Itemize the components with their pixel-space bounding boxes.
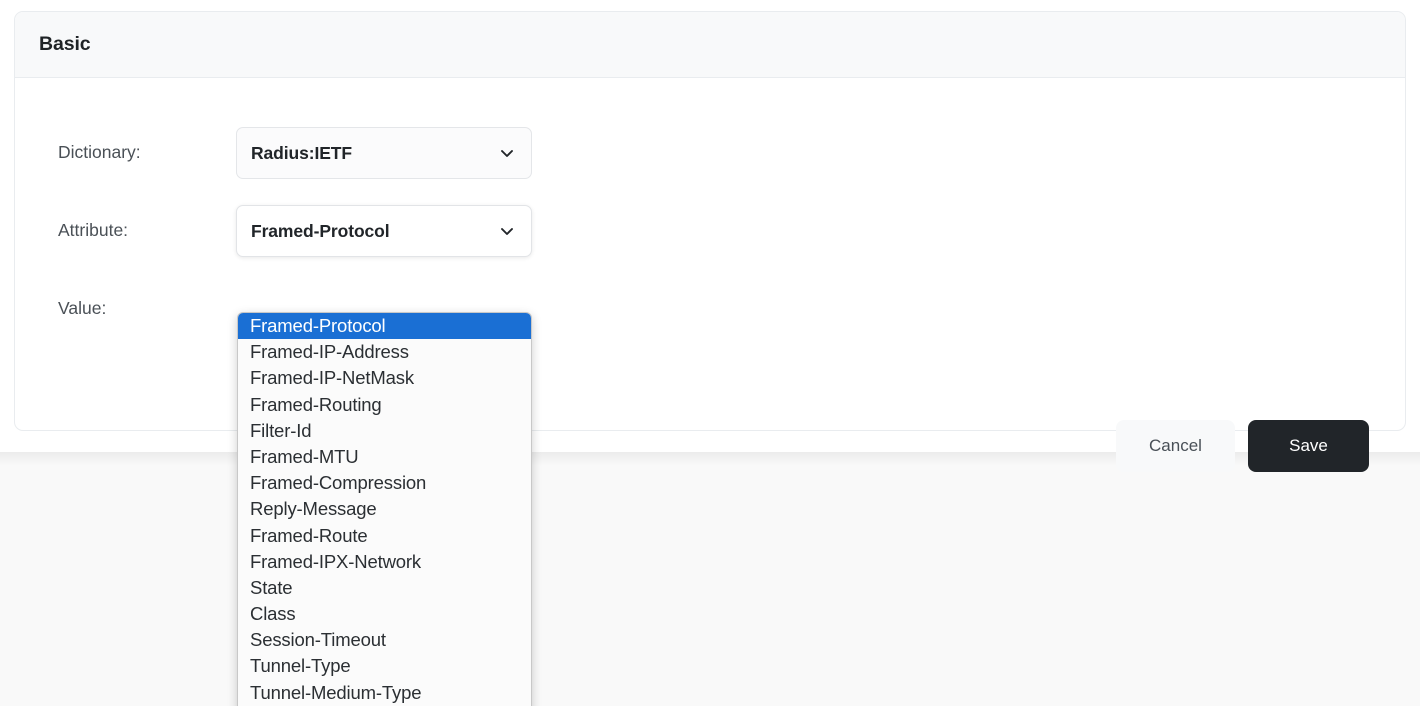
- attribute-label: Attribute:: [58, 220, 129, 241]
- form-row-value: Value:: [15, 283, 1405, 335]
- dropdown-option[interactable]: Framed-IP-Address: [238, 339, 531, 365]
- attribute-select[interactable]: Framed-Protocol: [236, 205, 532, 257]
- card-header: Basic: [15, 12, 1405, 78]
- dropdown-option[interactable]: Tunnel-Type: [238, 653, 531, 679]
- chevron-down-icon: [501, 150, 513, 157]
- dictionary-label: Dictionary:: [58, 142, 141, 163]
- dropdown-option[interactable]: Tunnel-Medium-Type: [238, 680, 531, 706]
- dropdown-option[interactable]: Framed-MTU: [238, 444, 531, 470]
- dictionary-select[interactable]: Radius:IETF: [236, 127, 532, 179]
- basic-settings-card: Basic Dictionary: Radius:IETF Attribute:…: [14, 11, 1406, 706]
- dropdown-option[interactable]: Framed-Compression: [238, 470, 531, 496]
- dictionary-select-value: Radius:IETF: [251, 142, 352, 163]
- dropdown-option[interactable]: Framed-IP-NetMask: [238, 365, 531, 391]
- dropdown-option[interactable]: Framed-Routing: [238, 392, 531, 418]
- page-background: [0, 452, 1420, 706]
- dropdown-option[interactable]: Class: [238, 601, 531, 627]
- dropdown-option[interactable]: Session-Timeout: [238, 627, 531, 653]
- chevron-down-icon: [501, 228, 513, 235]
- form-row-attribute: Attribute: Framed-Protocol: [15, 205, 1405, 257]
- form-actions: Cancel Save: [1116, 420, 1369, 472]
- card-body: Dictionary: Radius:IETF Attribute: Frame…: [15, 78, 1405, 706]
- attribute-select-value: Framed-Protocol: [251, 220, 390, 241]
- form-row-dictionary: Dictionary: Radius:IETF: [15, 127, 1405, 179]
- cancel-button[interactable]: Cancel: [1116, 420, 1235, 472]
- attribute-dropdown-list[interactable]: Framed-Protocol Framed-IP-Address Framed-I…: [237, 312, 532, 706]
- dropdown-option[interactable]: Reply-Message: [238, 496, 531, 522]
- save-button[interactable]: Save: [1248, 420, 1369, 472]
- value-label: Value:: [58, 298, 107, 319]
- dropdown-option[interactable]: Framed-IPX-Network: [238, 549, 531, 575]
- dropdown-option[interactable]: Framed-Route: [238, 523, 531, 549]
- dropdown-option[interactable]: Filter-Id: [238, 418, 531, 444]
- dropdown-option[interactable]: State: [238, 575, 531, 601]
- page-title: Basic: [39, 33, 91, 55]
- dropdown-option[interactable]: Framed-Protocol: [238, 313, 531, 340]
